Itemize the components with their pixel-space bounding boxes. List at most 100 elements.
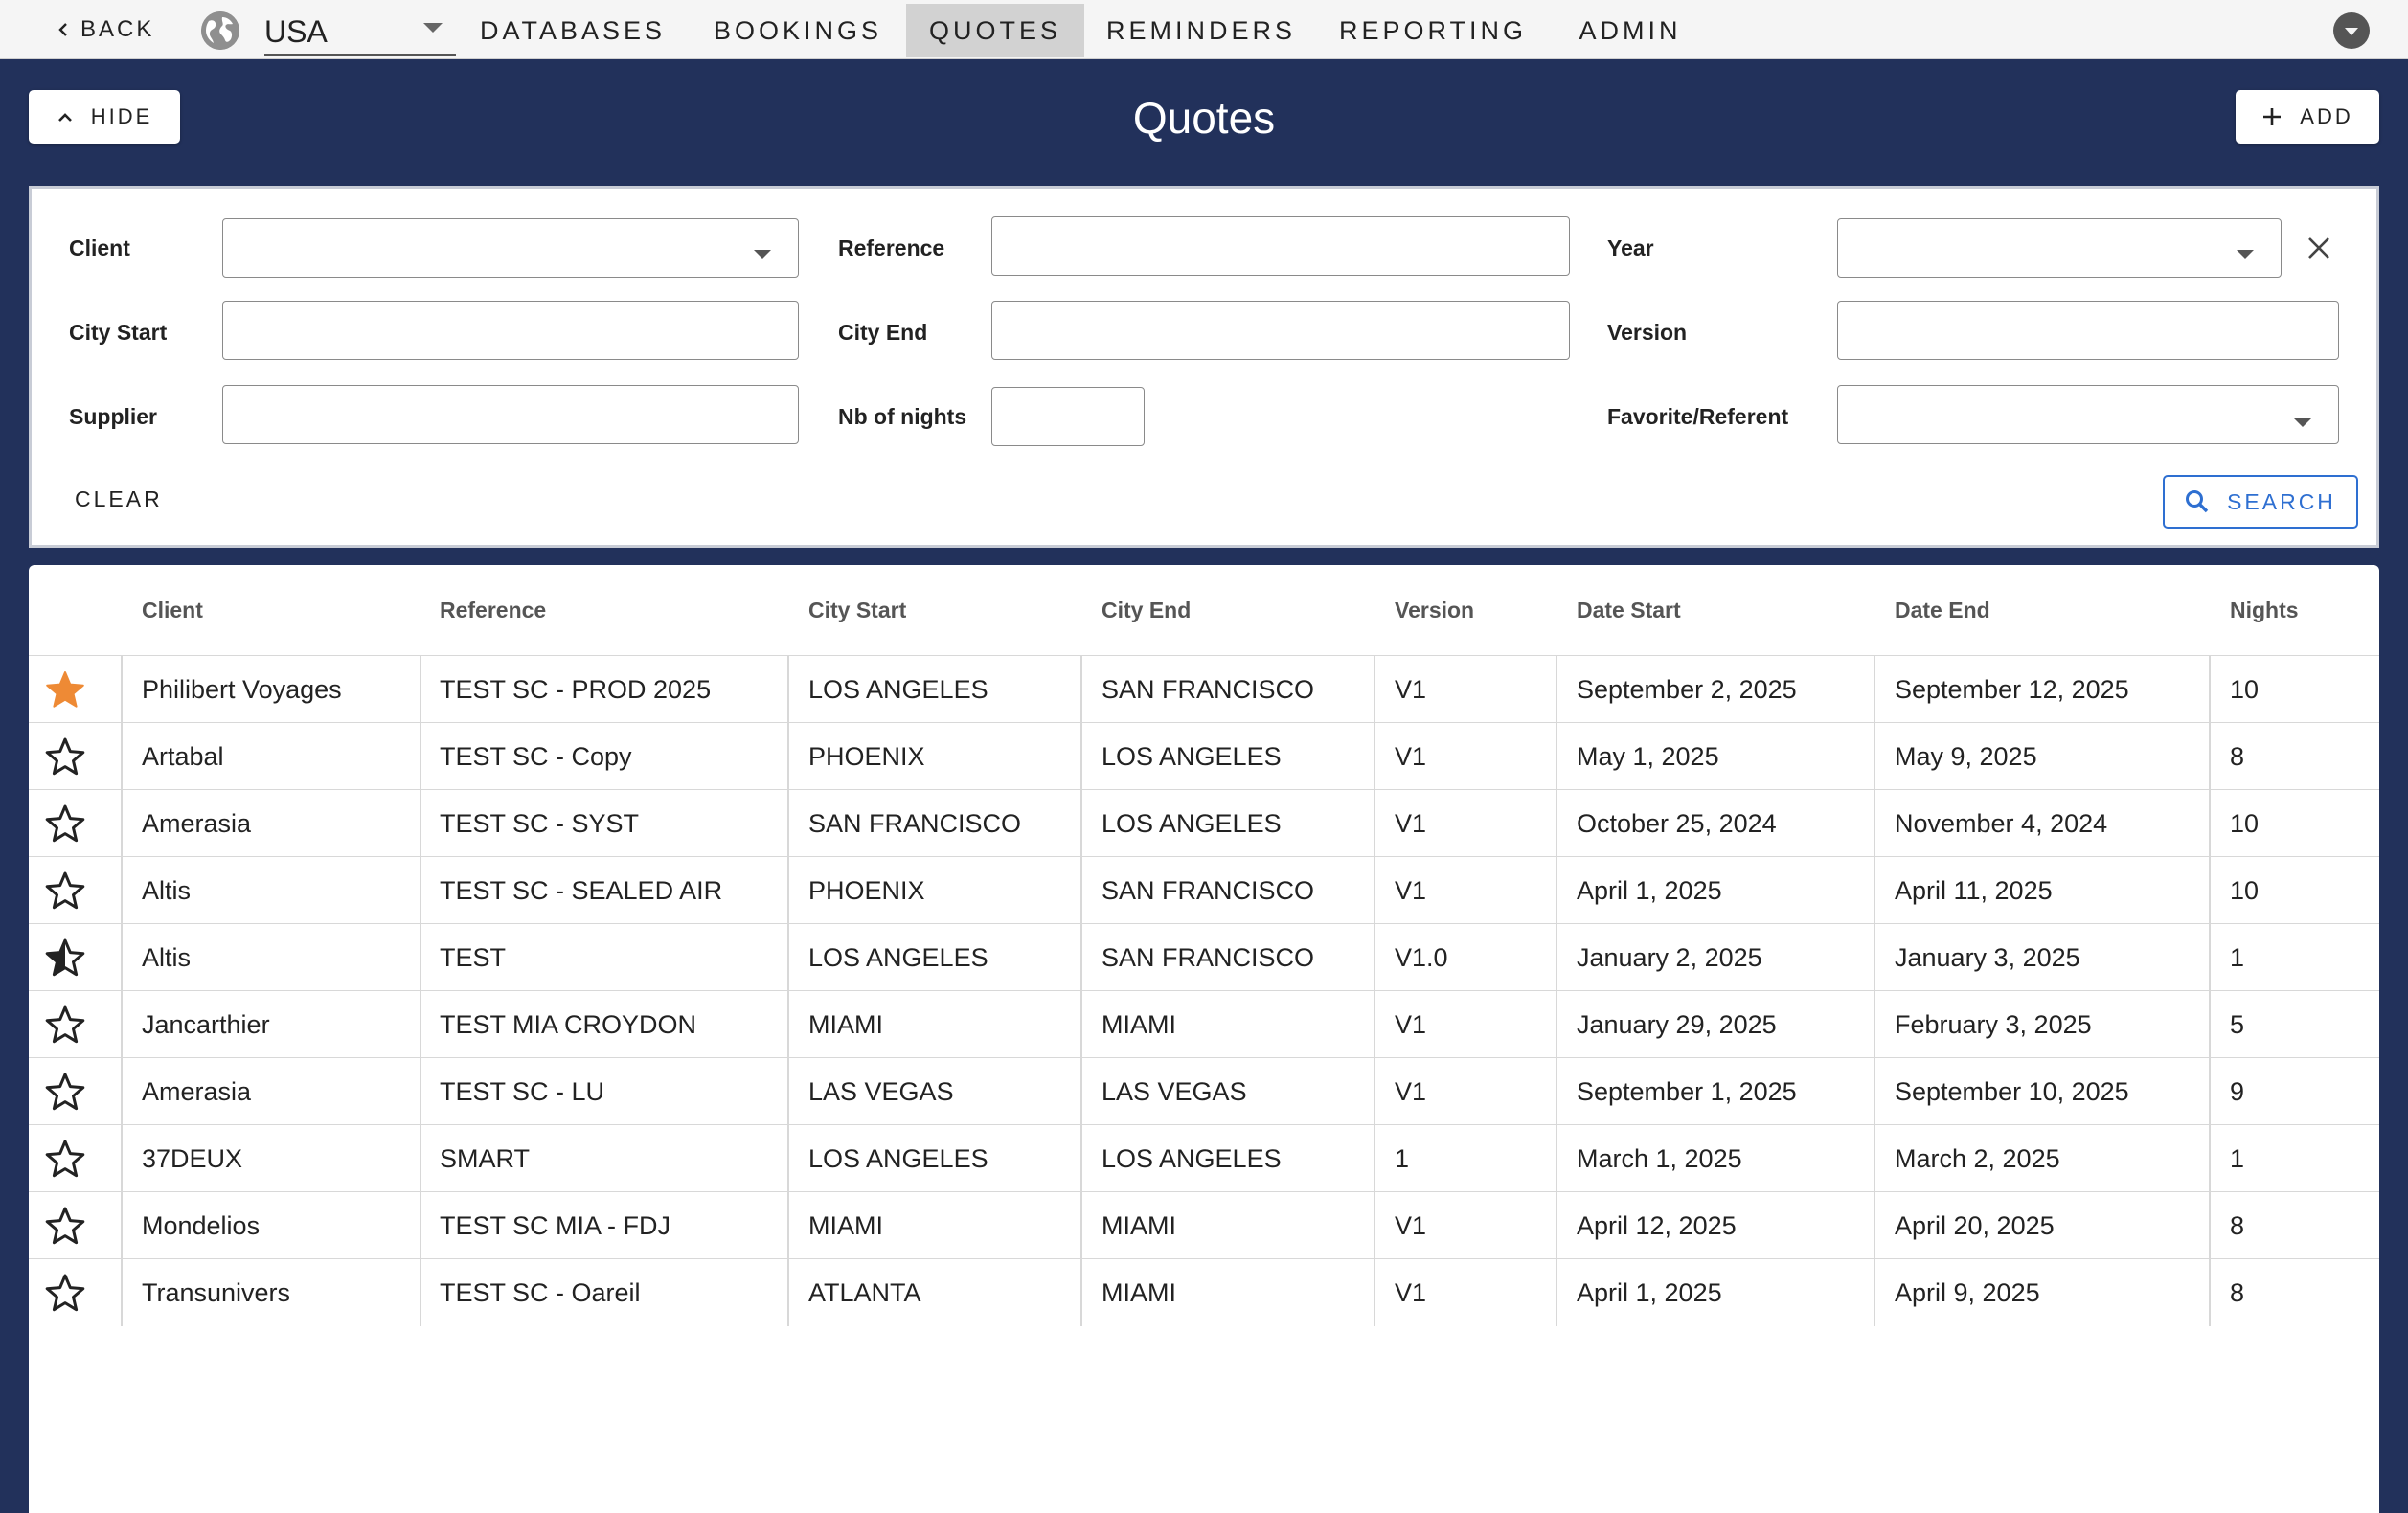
- star-icon[interactable]: [44, 1139, 86, 1179]
- caret-down-icon: [754, 250, 771, 259]
- column-header-client[interactable]: Client: [142, 598, 203, 623]
- favorite-filter-select[interactable]: [1837, 385, 2339, 444]
- column-divider: [2209, 924, 2211, 991]
- cell-nights: 10: [2230, 675, 2260, 704]
- user-menu-icon[interactable]: [2333, 12, 2370, 49]
- column-divider: [420, 723, 421, 790]
- column-divider: [2209, 857, 2211, 924]
- star-icon[interactable]: [44, 1005, 86, 1045]
- table-row[interactable]: Jancarthier TEST MIA CROYDON MIAMI MIAMI V1 J…: [29, 990, 2379, 1058]
- tab-quotes[interactable]: QUOTES: [906, 4, 1084, 57]
- city-start-filter-input[interactable]: [222, 301, 799, 360]
- table-row[interactable]: Mondelios TEST SC MIA - FDJ MIAMI MIAMI V1 Ap…: [29, 1191, 2379, 1259]
- reference-filter-input[interactable]: [991, 216, 1570, 276]
- star-icon[interactable]: [44, 1273, 86, 1313]
- star-icon[interactable]: [44, 1206, 86, 1246]
- clear-filters-button[interactable]: CLEAR: [75, 486, 163, 512]
- column-divider: [121, 1058, 123, 1125]
- star-icon[interactable]: [44, 870, 86, 911]
- back-label: BACK: [80, 16, 155, 42]
- client-filter-select[interactable]: [222, 218, 799, 278]
- table-row[interactable]: Artabal TEST SC - Copy PHOENIX LOS ANGELES V…: [29, 722, 2379, 790]
- column-header-date-start[interactable]: Date Start: [1577, 598, 1681, 623]
- column-header-version[interactable]: Version: [1395, 598, 1474, 623]
- table-row[interactable]: Amerasia TEST SC - SYST SAN FRANCISCO LOS A…: [29, 789, 2379, 857]
- cell-date-end: November 4, 2024: [1895, 809, 2108, 838]
- chevron-left-icon: [58, 23, 67, 36]
- cell-client: Altis: [142, 876, 192, 905]
- cell-client: Jancarthier: [142, 1010, 270, 1039]
- column-header-city-end[interactable]: City End: [1102, 598, 1191, 623]
- caret-down-icon: [423, 23, 443, 33]
- column-header-date-end[interactable]: Date End: [1895, 598, 1990, 623]
- nights-filter-label: Nb of nights: [838, 404, 967, 429]
- tab-databases[interactable]: DATABASES: [477, 4, 669, 57]
- table-row[interactable]: Altis TEST LOS ANGELES SAN FRANCISCO V1.0 Jan…: [29, 923, 2379, 991]
- cell-city-start: ATLANTA: [808, 1278, 921, 1307]
- nights-filter-input[interactable]: [991, 387, 1145, 446]
- tab-bookings[interactable]: BOOKINGS: [709, 4, 887, 57]
- year-filter-select[interactable]: [1837, 218, 2282, 278]
- column-divider: [787, 790, 789, 857]
- column-divider: [1556, 924, 1557, 991]
- table-row[interactable]: Altis TEST SC - SEALED AIR PHOENIX SAN FRAN…: [29, 856, 2379, 924]
- tab-reminders[interactable]: REMINDERS: [1105, 4, 1297, 57]
- tab-reporting[interactable]: REPORTING: [1337, 4, 1529, 57]
- column-divider: [1556, 1125, 1557, 1192]
- cell-city-end: SAN FRANCISCO: [1102, 675, 1315, 704]
- cell-version: V1: [1395, 1278, 1427, 1307]
- tab-admin[interactable]: ADMIN: [1565, 4, 1695, 57]
- column-header-reference[interactable]: Reference: [440, 598, 546, 623]
- back-button[interactable]: BACK: [56, 13, 154, 46]
- cell-date-start: September 2, 2025: [1577, 675, 1797, 704]
- cell-client: Philibert Voyages: [142, 675, 342, 704]
- column-divider: [420, 1125, 421, 1192]
- star-icon[interactable]: [44, 736, 86, 777]
- cell-version: V1: [1395, 809, 1427, 838]
- column-divider: [2209, 1125, 2211, 1192]
- cell-city-end: LOS ANGELES: [1102, 809, 1282, 838]
- column-divider: [1374, 924, 1375, 991]
- star-icon[interactable]: [44, 669, 86, 710]
- column-divider: [1874, 656, 1875, 723]
- column-divider: [1374, 723, 1375, 790]
- plus-icon: [2263, 108, 2282, 125]
- cell-reference: TEST SC - SYST: [440, 809, 640, 838]
- column-header-city-start[interactable]: City Start: [808, 598, 906, 623]
- column-divider: [787, 924, 789, 991]
- cell-reference: TEST SC - LU: [440, 1077, 605, 1106]
- cell-client: Altis: [142, 943, 192, 972]
- column-divider: [420, 1192, 421, 1259]
- version-filter-input[interactable]: [1837, 301, 2339, 360]
- city-end-filter-input[interactable]: [991, 301, 1570, 360]
- column-divider: [1374, 1259, 1375, 1326]
- column-divider: [1874, 1125, 1875, 1192]
- star-icon[interactable]: [44, 803, 86, 844]
- table-row[interactable]: Amerasia TEST SC - LU LAS VEGAS LAS VEGAS V1…: [29, 1057, 2379, 1125]
- cell-date-start: May 1, 2025: [1577, 742, 1719, 771]
- column-divider: [2209, 1058, 2211, 1125]
- search-button[interactable]: SEARCH: [2163, 475, 2358, 529]
- client-filter-label: Client: [69, 236, 130, 260]
- column-divider: [1556, 790, 1557, 857]
- column-divider: [1874, 857, 1875, 924]
- star-icon[interactable]: [44, 1072, 86, 1112]
- table-row[interactable]: Transunivers TEST SC - Oareil ATLANTA MIAMI…: [29, 1258, 2379, 1326]
- country-select[interactable]: USA: [264, 6, 456, 56]
- star-icon[interactable]: [44, 937, 86, 978]
- column-divider: [2209, 790, 2211, 857]
- table-row[interactable]: 37DEUX SMART LOS ANGELES LOS ANGELES 1 March …: [29, 1124, 2379, 1192]
- column-divider: [787, 1058, 789, 1125]
- cell-client: 37DEUX: [142, 1144, 243, 1173]
- supplier-filter-input[interactable]: [222, 385, 799, 444]
- caret-down-icon: [2237, 250, 2254, 259]
- close-icon[interactable]: [2306, 236, 2331, 260]
- column-divider: [1874, 723, 1875, 790]
- add-quote-button[interactable]: ADD: [2236, 90, 2379, 144]
- table-row[interactable]: Philibert Voyages TEST SC - PROD 2025 LOS …: [29, 655, 2379, 723]
- top-nav-bar: BACK USA DATABASES BOOKINGS QUOTES REMIN…: [0, 0, 2408, 59]
- column-divider: [1556, 1192, 1557, 1259]
- column-divider: [1080, 1058, 1082, 1125]
- cell-date-start: April 1, 2025: [1577, 876, 1722, 905]
- column-header-nights[interactable]: Nights: [2230, 598, 2299, 623]
